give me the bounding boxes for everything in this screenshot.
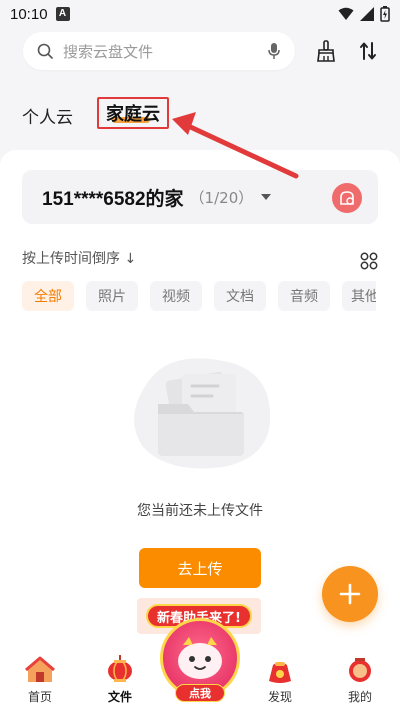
tab-personal-cloud[interactable]: 个人云 (22, 103, 73, 128)
empty-folder-illustration (134, 358, 271, 469)
filter-audio[interactable]: 音频 (278, 281, 330, 311)
add-fab-button[interactable] (322, 566, 378, 622)
file-type-filters: 全部 照片 视频 文档 音频 其他 (22, 281, 376, 311)
wifi-icon (338, 7, 354, 20)
upload-button[interactable]: 去上传 (139, 548, 261, 588)
family-name: 151****6582的家 (42, 188, 184, 210)
family-selector[interactable]: 151****6582的家 （1/20） (22, 170, 378, 224)
discover-icon (269, 662, 291, 683)
caret-down-icon (261, 194, 272, 200)
filter-all[interactable]: 全部 (22, 281, 74, 311)
empty-state-message: 您当前还未上传文件 (137, 503, 263, 519)
transfer-sort-icon[interactable] (355, 38, 381, 64)
files-icon (108, 655, 132, 682)
signal-icon (360, 7, 374, 21)
clean-brush-icon[interactable] (313, 38, 339, 64)
filter-documents[interactable]: 文档 (214, 281, 266, 311)
nav-discover-label: 发现 (267, 690, 292, 704)
tab-family-cloud[interactable]: 家庭云 (97, 97, 169, 129)
search-icon (37, 43, 53, 59)
battery-icon (380, 6, 390, 22)
grid-view-icon[interactable] (360, 252, 378, 270)
filter-photos[interactable]: 照片 (86, 281, 138, 311)
tab-family-cloud-label: 家庭云 (106, 104, 160, 125)
home-icon (25, 656, 55, 682)
microphone-icon[interactable] (267, 42, 281, 60)
nav-profile[interactable]: 我的 (320, 648, 400, 711)
family-settings-icon[interactable] (332, 183, 362, 213)
nav-discover[interactable]: 发现 (240, 648, 320, 711)
plus-icon (339, 583, 361, 605)
status-time: 10:10 (10, 5, 48, 23)
sort-order-toggle[interactable]: 按上传时间倒序 ↓ (22, 248, 136, 268)
nav-home-label: 首页 (27, 690, 52, 704)
filter-videos[interactable]: 视频 (150, 281, 202, 311)
family-member-count: （1/20） (189, 188, 254, 207)
status-notification-badge: A (55, 7, 70, 21)
filter-other[interactable]: 其他 (342, 281, 376, 311)
status-bar: 10:10 A (0, 0, 400, 28)
nav-profile-label: 我的 (347, 690, 372, 704)
profile-icon (349, 658, 371, 682)
search-input[interactable]: 搜索云盘文件 (63, 41, 267, 62)
nav-files-label: 文件 (107, 690, 132, 704)
nav-home[interactable]: 首页 (0, 648, 80, 711)
status-icons (338, 6, 390, 22)
mascot-label[interactable]: 点我 (175, 684, 225, 702)
search-bar[interactable]: 搜索云盘文件 (23, 32, 295, 70)
nav-files[interactable]: 文件 (80, 648, 160, 711)
cloud-tabs: 个人云 家庭云 (22, 97, 169, 130)
